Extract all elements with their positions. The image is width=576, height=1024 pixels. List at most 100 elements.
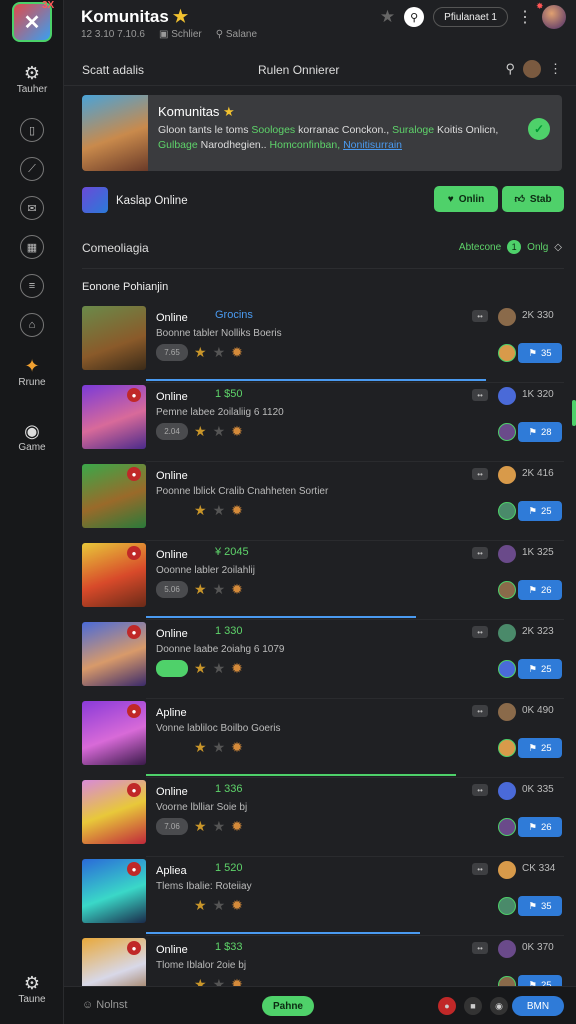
star-icon: ★ — [194, 581, 207, 597]
sidebar-item-rrune[interactable]: ✦ Rrune — [0, 355, 64, 388]
player-avatar[interactable] — [498, 782, 516, 800]
player-avatar[interactable] — [498, 308, 516, 326]
game-badge-icon: ● — [127, 467, 141, 481]
player-avatar[interactable] — [498, 940, 516, 958]
sidebar-item-shield[interactable]: ▯ — [0, 118, 64, 142]
game-status: Online — [156, 944, 188, 956]
join-button[interactable]: ⚑ 35 — [518, 343, 562, 363]
medal-icon: ✹ — [231, 423, 243, 439]
list-item[interactable]: ● Apliea 1 520 Tlems Ibalie: Roteiiay ★ ★ ✹ •• C… — [82, 859, 564, 937]
medal-icon: ✹ — [231, 660, 243, 676]
medal-icon: ✹ — [231, 739, 243, 755]
search-icon[interactable]: ⚲ — [404, 7, 425, 27]
bottom-center-button[interactable]: Pahne — [262, 996, 314, 1016]
more-options-icon[interactable]: •• — [472, 547, 488, 559]
more-options-icon[interactable]: •• — [472, 626, 488, 638]
sidebar-item-mail[interactable]: ✉ — [0, 196, 64, 220]
more-options-icon[interactable]: •• — [472, 863, 488, 875]
player-avatar[interactable] — [498, 897, 516, 915]
stab-button[interactable]: 👍︎ Stab — [502, 186, 564, 212]
more-options-icon[interactable]: •• — [472, 705, 488, 717]
list-item[interactable]: ● Online 1 $50 Pemne labee 2oilaliig 6 1120… — [82, 385, 564, 463]
sidebar-item-calendar[interactable]: ▦ — [0, 235, 64, 259]
player-avatar[interactable] — [498, 344, 516, 362]
sidebar-item-settings-bottom[interactable]: ⚙ Taune — [0, 972, 64, 1005]
chart-icon: ⟋ — [20, 157, 44, 181]
stop-icon[interactable]: ■ — [464, 997, 482, 1015]
banner-description: Gloon tants le toms Soologes korranac Co… — [158, 123, 528, 153]
player-avatar[interactable] — [498, 660, 516, 678]
settings-icon[interactable]: ◉ — [490, 997, 508, 1015]
section-filter-label: Abtecone — [458, 241, 502, 253]
list-item[interactable]: ● Online 1 330 Doonne laabe 2oiahg 6 1079 ★ ★… — [82, 622, 564, 700]
join-button[interactable]: ⚑ 26 — [518, 817, 562, 837]
section-filter[interactable]: Abtecone 1 Onlg ◇ — [459, 240, 562, 254]
divider — [146, 382, 564, 383]
subline-item-2[interactable]: ⚲ Salane — [216, 29, 257, 40]
player-avatar[interactable] — [498, 818, 516, 836]
player-avatar[interactable] — [498, 581, 516, 599]
game-stats: 0K 370 — [522, 942, 554, 953]
join-button[interactable]: ⚑ 25 — [518, 659, 562, 679]
favorite-star-icon[interactable]: ★ — [380, 7, 395, 27]
star-icon: ★ — [194, 818, 207, 834]
list-item[interactable]: ● Online 1 336 Voorne lblliar Soie bj 7.06 ★ ★… — [82, 780, 564, 858]
list-item[interactable]: ● Apline Vonne labliloc Boilbo Goeris ★ ★ ✹ ••… — [82, 701, 564, 779]
more-options-icon[interactable]: •• — [472, 468, 488, 480]
more-options-icon[interactable]: ⋮ — [517, 7, 533, 27]
player-avatar[interactable] — [498, 423, 516, 441]
sidebar-item-tauher[interactable]: ⚙ Tauher — [0, 62, 64, 95]
divider — [146, 698, 564, 699]
section-filter-label-2: Onlg — [527, 241, 549, 253]
sidebar-item-bell[interactable]: ⌂ — [0, 313, 64, 337]
sidebar-item-chart[interactable]: ⟋ — [0, 157, 64, 181]
check-icon[interactable]: ✓ — [528, 118, 550, 140]
game-stats: CK 334 — [522, 863, 556, 874]
avatar[interactable]: ✸ — [536, 1, 566, 29]
star-empty-icon: ★ — [212, 818, 226, 834]
record-icon[interactable]: ● — [438, 997, 456, 1015]
player-avatar[interactable] — [498, 387, 516, 405]
list-title: Eonone Pohianjin — [82, 281, 169, 293]
avatar[interactable] — [523, 60, 541, 78]
join-button[interactable]: ⚑ 25 — [518, 738, 562, 758]
banner-text-segment: korranac Conckon., — [295, 124, 390, 136]
sidebar-item-list[interactable]: ≡ — [0, 274, 64, 298]
player-avatar[interactable] — [498, 739, 516, 757]
more-options-icon[interactable]: •• — [472, 942, 488, 954]
subline-item-1[interactable]: ▣ Schlier — [159, 29, 202, 40]
community-banner[interactable]: Komunitas ★ Gloon tants le toms Soologes… — [82, 95, 562, 171]
divider — [82, 268, 564, 269]
join-button[interactable]: ⚑ 35 — [518, 896, 562, 916]
player-avatar[interactable] — [498, 545, 516, 563]
join-button[interactable]: ⚑ 28 — [518, 422, 562, 442]
search-icon[interactable]: ⚲ — [505, 61, 515, 77]
game-tag: ¥ 2045 — [215, 546, 249, 558]
subheader-middle-label[interactable]: Rulen Onnierer — [258, 63, 339, 77]
scrollbar-thumb[interactable] — [572, 400, 576, 426]
header-pill-button[interactable]: Pfiulanaet 1 — [433, 7, 508, 27]
online-button[interactable]: ♥ Onlin — [434, 186, 498, 212]
more-options-icon[interactable]: ⋮ — [549, 61, 562, 77]
list-item[interactable]: ● Online Poonne lblick Cralib Cnahheten So… — [82, 464, 564, 542]
bottom-left[interactable]: ☺ Nolnst — [82, 999, 127, 1011]
list-item[interactable]: ● Online ¥ 2045 Ooonne labler 2oilahlij 5.06… — [82, 543, 564, 621]
player-avatar[interactable] — [498, 624, 516, 642]
sidebar-item-game[interactable]: ◉ Game — [0, 420, 64, 453]
more-options-icon[interactable]: •• — [472, 310, 488, 322]
gear-icon: ⚙ — [23, 63, 41, 83]
join-button[interactable]: ⚑ 25 — [518, 501, 562, 521]
join-button[interactable]: ⚑ 26 — [518, 580, 562, 600]
player-avatar[interactable] — [498, 861, 516, 879]
rating-pill: 7.06 — [156, 818, 188, 835]
subheader-left-label[interactable]: Scatt adalis — [82, 63, 144, 77]
banner-link[interactable]: Nonitisurrain — [343, 139, 402, 151]
list-item[interactable]: Online Grocins Boonne tabler Nolliks Boeri… — [82, 306, 564, 384]
player-avatar[interactable] — [498, 466, 516, 484]
more-options-icon[interactable]: •• — [472, 389, 488, 401]
game-thumbnail[interactable] — [82, 306, 146, 370]
player-avatar[interactable] — [498, 703, 516, 721]
player-avatar[interactable] — [498, 502, 516, 520]
bottom-right-button[interactable]: BMN — [512, 996, 564, 1016]
more-options-icon[interactable]: •• — [472, 784, 488, 796]
